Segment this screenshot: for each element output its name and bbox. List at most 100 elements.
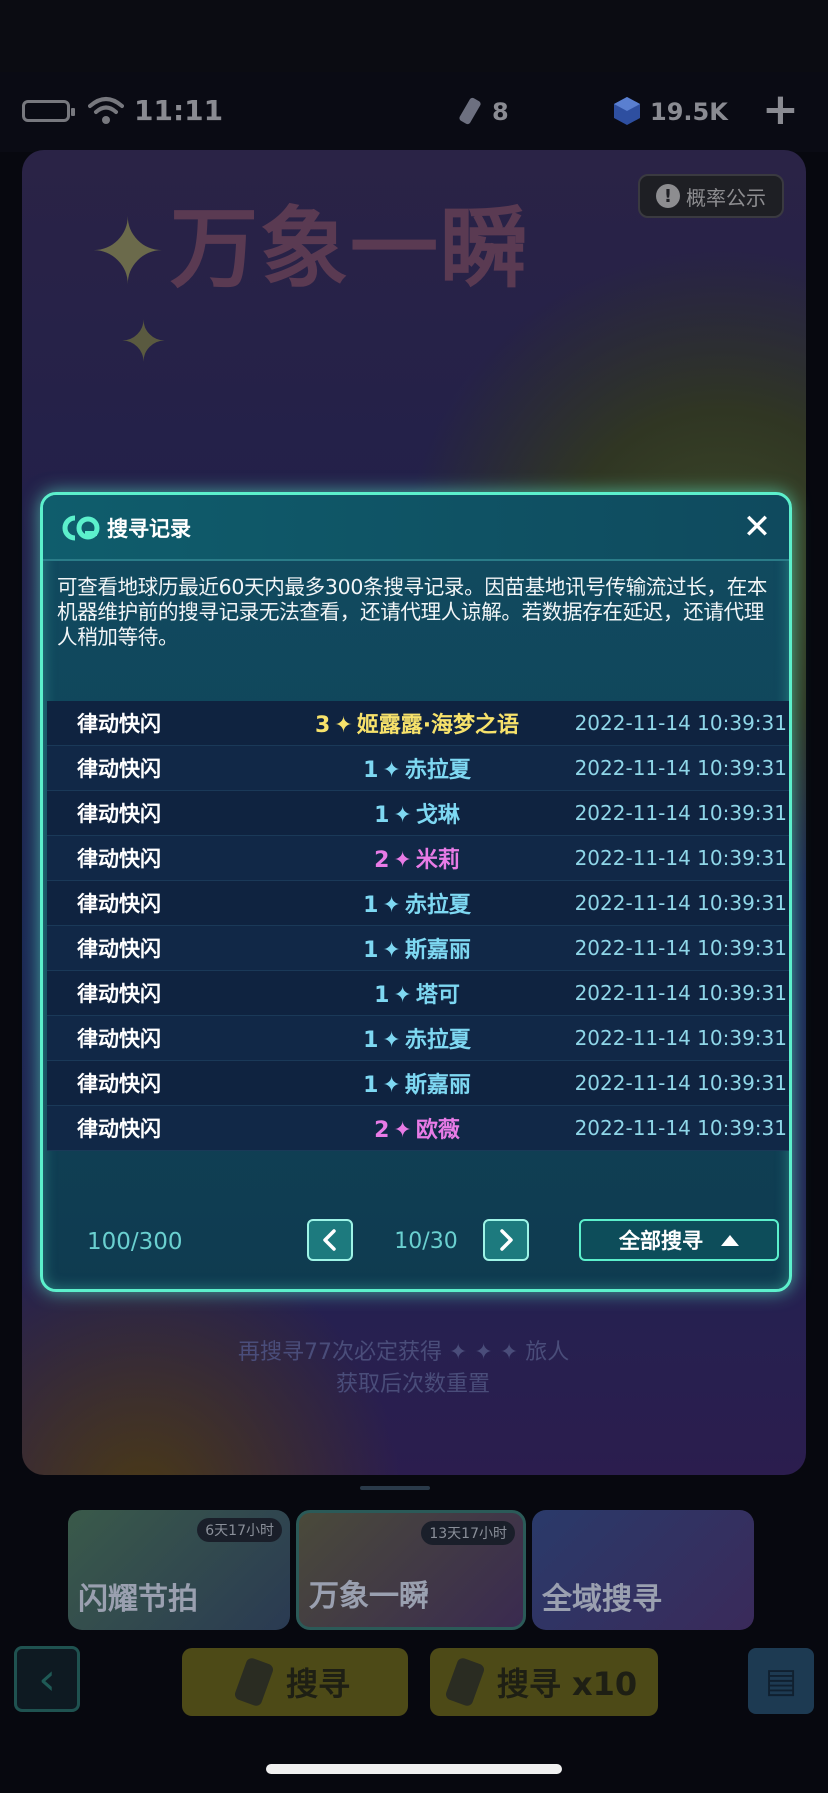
record-time: 2022-11-14 10:39:31 — [574, 1026, 787, 1050]
record-time: 2022-11-14 10:39:31 — [574, 1071, 787, 1095]
record-mode: 律动快闪 — [77, 802, 161, 826]
record-time: 2022-11-14 10:39:31 — [574, 846, 787, 870]
top-band — [0, 0, 828, 72]
star-icon: ✦ — [382, 1073, 401, 1098]
next-page-button[interactable] — [483, 1219, 529, 1261]
search-once-label: 搜寻 — [285, 1665, 350, 1703]
home-indicator[interactable] — [266, 1764, 562, 1774]
sparkle-icon: ✦ — [90, 200, 166, 305]
record-rarity: 1 — [363, 1073, 379, 1098]
star-icon: ✦ — [393, 848, 412, 873]
banner-title: 万象一瞬 — [170, 197, 531, 300]
star-icon: ✦ — [393, 1118, 412, 1143]
exclamation-icon: ! — [656, 184, 680, 208]
dialog-title: 搜寻记录 — [107, 517, 191, 541]
record-mode: 律动快闪 — [77, 937, 161, 961]
clock: 11:11 — [134, 94, 224, 127]
record-time: 2022-11-14 10:39:31 — [574, 711, 787, 735]
star-icon: ✦ — [382, 758, 401, 783]
chevron-left-icon — [323, 1229, 336, 1251]
star-icon: ✦ — [334, 713, 353, 738]
document-icon: ▤ — [764, 1661, 798, 1701]
record-name: 欧薇 — [415, 1118, 460, 1143]
wifi-icon — [88, 97, 124, 124]
record-row: 律动快闪 1 ✦ 戈琳 2022-11-14 10:39:31 — [47, 791, 789, 836]
record-mode: 律动快闪 — [77, 757, 161, 781]
record-item: 1 ✦ 赤拉夏 — [307, 1022, 527, 1054]
record-item: 3 ✦ 姬露露·海梦之语 — [307, 707, 527, 739]
search-once-button[interactable]: 搜寻 — [182, 1648, 408, 1716]
close-button[interactable]: ✕ — [739, 507, 775, 547]
record-mode: 律动快闪 — [77, 982, 161, 1006]
chevron-right-icon — [500, 1229, 513, 1251]
record-rarity: 1 — [374, 803, 390, 828]
record-time: 2022-11-14 10:39:31 — [574, 936, 787, 960]
tab-label: 全域搜寻 — [542, 1582, 662, 1617]
search-ten-label: 搜寻 x10 — [496, 1665, 638, 1703]
record-item: 1 ✦ 斯嘉丽 — [307, 1067, 527, 1099]
caret-up-icon — [721, 1234, 739, 1246]
record-mode: 律动快闪 — [77, 1117, 161, 1141]
record-rarity: 1 — [363, 893, 379, 918]
record-time: 2022-11-14 10:39:31 — [574, 891, 787, 915]
tab-global-search[interactable]: 全域搜寻 — [532, 1510, 754, 1630]
record-rarity: 1 — [374, 983, 390, 1008]
record-time: 2022-11-14 10:39:31 — [574, 756, 787, 780]
tab-label: 万象一瞬 — [309, 1579, 429, 1614]
filter-label: 全部搜寻 — [619, 1229, 703, 1253]
back-button[interactable]: ‹ — [14, 1646, 80, 1712]
record-mode: 律动快闪 — [77, 1027, 161, 1051]
record-name: 斯嘉丽 — [404, 938, 471, 963]
record-item: 2 ✦ 欧薇 — [307, 1112, 527, 1144]
record-item: 2 ✦ 米莉 — [307, 842, 527, 874]
record-time: 2022-11-14 10:39:31 — [574, 801, 787, 825]
record-logo-icon — [62, 515, 100, 541]
battery-icon — [22, 100, 75, 122]
record-name: 斯嘉丽 — [404, 1073, 471, 1098]
filter-dropdown[interactable]: 全部搜寻 — [579, 1219, 779, 1261]
record-rarity: 2 — [374, 1118, 390, 1143]
record-row: 律动快闪 3 ✦ 姬露露·海梦之语 2022-11-14 10:39:31 — [47, 701, 789, 746]
record-name: 米莉 — [415, 848, 460, 873]
crystal-count: 19.5K — [650, 98, 728, 126]
record-row: 律动快闪 1 ✦ 赤拉夏 2022-11-14 10:39:31 — [47, 746, 789, 791]
record-total: 100/300 — [87, 1229, 183, 1255]
record-name: 姬露露·海梦之语 — [356, 713, 520, 738]
record-mode: 律动快闪 — [77, 1072, 161, 1096]
page-indicator: 10/30 — [394, 1229, 458, 1254]
record-mode: 律动快闪 — [77, 847, 161, 871]
record-rarity: 1 — [363, 1028, 379, 1053]
record-item: 1 ✦ 戈琳 — [307, 797, 527, 829]
chevron-left-icon: ‹ — [38, 1653, 56, 1705]
prev-page-button[interactable] — [307, 1219, 353, 1261]
crystal-icon — [614, 97, 640, 125]
record-list: 律动快闪 3 ✦ 姬露露·海梦之语 2022-11-14 10:39:31 律动快闪 1 ✦ 赤… — [47, 701, 789, 1151]
ticket-count: 8 — [492, 98, 509, 126]
record-row: 律动快闪 2 ✦ 米莉 2022-11-14 10:39:31 — [47, 836, 789, 881]
star-icon: ✦ — [393, 983, 412, 1008]
ticket-icon — [233, 1656, 275, 1708]
tab-timer: 13天17小时 — [421, 1521, 515, 1545]
record-item: 1 ✦ 塔可 — [307, 977, 527, 1009]
record-name: 赤拉夏 — [404, 893, 471, 918]
star-icon: ✦ — [382, 1028, 401, 1053]
ticket-icon — [459, 97, 481, 125]
tab-shining-beat[interactable]: 6天17小时 闪耀节拍 — [68, 1510, 290, 1630]
record-name: 赤拉夏 — [404, 1028, 471, 1053]
banner-page-indicator — [360, 1486, 430, 1490]
notice-text: 可查看地球历最近60天内最多300条搜寻记录。因苗基地讯号传输流过长，在本机器维… — [57, 575, 768, 649]
record-rarity: 3 — [314, 713, 331, 738]
record-name: 戈琳 — [415, 803, 460, 828]
record-item: 1 ✦ 赤拉夏 — [307, 887, 527, 919]
record-row: 律动快闪 1 ✦ 赤拉夏 2022-11-14 10:39:31 — [47, 1016, 789, 1061]
record-item: 1 ✦ 赤拉夏 — [307, 752, 527, 784]
record-rarity: 2 — [374, 848, 390, 873]
record-row: 律动快闪 1 ✦ 斯嘉丽 2022-11-14 10:39:31 — [47, 1061, 789, 1106]
probability-label: 概率公示 — [686, 185, 766, 210]
tab-label: 闪耀节拍 — [78, 1582, 198, 1617]
record-log-button[interactable]: ▤ — [748, 1648, 814, 1714]
add-crystal-button[interactable]: + — [762, 88, 799, 132]
tab-current-banner[interactable]: 13天17小时 万象一瞬 — [296, 1510, 526, 1630]
search-ten-button[interactable]: 搜寻 x10 — [430, 1648, 658, 1716]
probability-button[interactable]: ! 概率公示 — [638, 174, 784, 218]
